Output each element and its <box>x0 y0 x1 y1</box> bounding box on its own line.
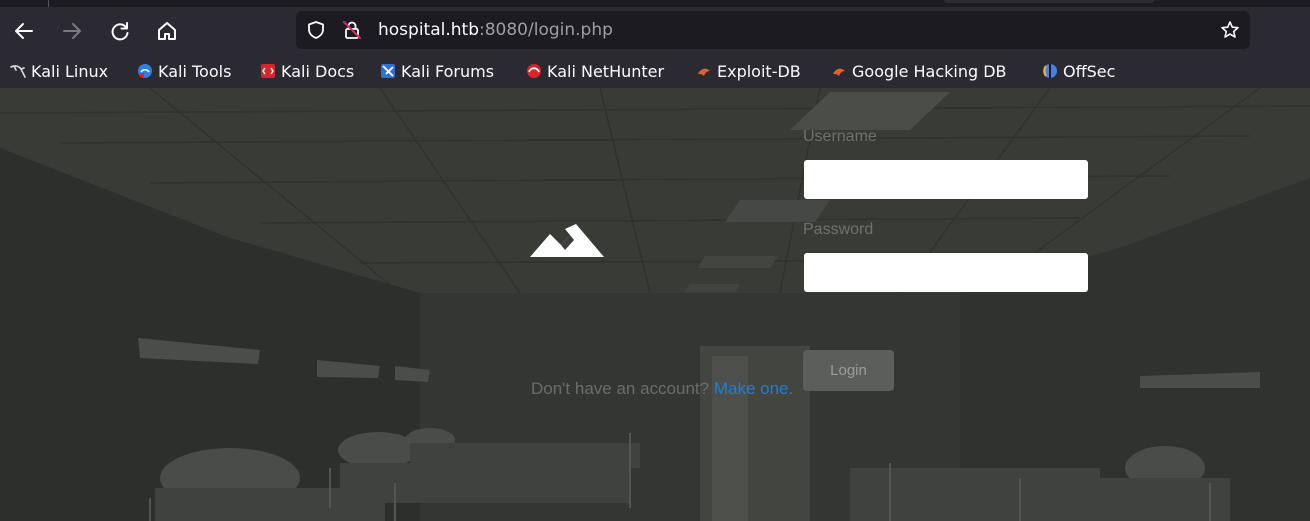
url-host: hospital.htb <box>378 20 479 40</box>
make-one-link[interactable]: Make one <box>714 379 789 398</box>
kali-forums-icon <box>381 64 395 78</box>
background-dim-overlay <box>0 88 1310 521</box>
signup-prompt: Don't have an account? Make one. <box>531 379 793 399</box>
bookmark-label: Exploit-DB <box>717 61 801 81</box>
username-label: Username <box>803 128 877 145</box>
bookmark-label: Google Hacking DB <box>852 61 1007 81</box>
reload-icon <box>111 22 129 41</box>
password-label: Password <box>803 221 874 238</box>
bookmark-label: OffSec <box>1063 61 1116 81</box>
home-icon <box>158 22 176 40</box>
bookmark-label: Kali Tools <box>158 61 232 81</box>
ghdb-icon <box>833 68 845 76</box>
browser-navbar: hospital.htb:8080/login.php <box>0 7 1310 55</box>
login-button[interactable]: Login <box>803 350 894 391</box>
exploit-db-icon <box>698 68 710 76</box>
bookmark-label: Kali Docs <box>281 61 355 81</box>
arrow-right-icon <box>63 23 81 39</box>
address-bar[interactable]: hospital.htb:8080/login.php <box>296 11 1250 49</box>
bookmark-exploit-db[interactable]: Exploit-DB <box>696 60 801 82</box>
bookmark-star-icon[interactable] <box>1220 20 1240 44</box>
bookmark-offsec[interactable]: OffSec <box>1042 60 1115 82</box>
forward-button[interactable] <box>58 17 86 45</box>
bookmark-kali-nethunter[interactable]: Kali NetHunter <box>526 60 664 82</box>
kali-tools-icon <box>138 64 152 78</box>
offsec-icon <box>1043 64 1057 78</box>
bookmarks-toolbar: Kali Linux Kali Tools Kali Docs Kali For… <box>0 55 1310 88</box>
reload-button[interactable] <box>106 17 134 45</box>
bookmark-google-hacking-db[interactable]: Google Hacking DB <box>831 60 1007 82</box>
username-input[interactable] <box>804 160 1088 199</box>
url-text[interactable]: hospital.htb:8080/login.php <box>378 20 613 40</box>
password-input[interactable] <box>804 253 1088 292</box>
tab-edge <box>944 0 1154 3</box>
signup-text: Don't have an account? <box>531 379 710 398</box>
kali-nethunter-icon <box>527 64 541 78</box>
bookmark-kali-docs[interactable]: Kali Docs <box>260 60 354 82</box>
login-page: Username Password Login Don't have an ac… <box>0 88 1310 521</box>
bookmark-label: Kali Linux <box>31 61 109 81</box>
tab-divider <box>48 0 49 7</box>
bookmark-kali-tools[interactable]: Kali Tools <box>137 60 231 82</box>
bookmark-kali-linux[interactable]: Kali Linux <box>10 60 108 82</box>
bookmark-label: Kali Forums <box>401 61 495 81</box>
insecure-lock-icon[interactable] <box>342 20 362 44</box>
browser-top-strip <box>0 0 1310 7</box>
signup-suffix: . <box>788 379 794 398</box>
mountain-logo-icon <box>530 224 604 257</box>
kali-dragon-icon <box>10 65 26 78</box>
home-button[interactable] <box>153 17 181 45</box>
back-button[interactable] <box>10 17 38 45</box>
bookmark-kali-forums[interactable]: Kali Forums <box>380 60 494 82</box>
kali-docs-icon <box>261 64 275 78</box>
arrow-left-icon <box>15 23 33 39</box>
bookmark-label: Kali NetHunter <box>547 61 665 81</box>
url-path: :8080/login.php <box>479 20 613 40</box>
tracking-protection-shield-icon[interactable] <box>306 20 326 44</box>
